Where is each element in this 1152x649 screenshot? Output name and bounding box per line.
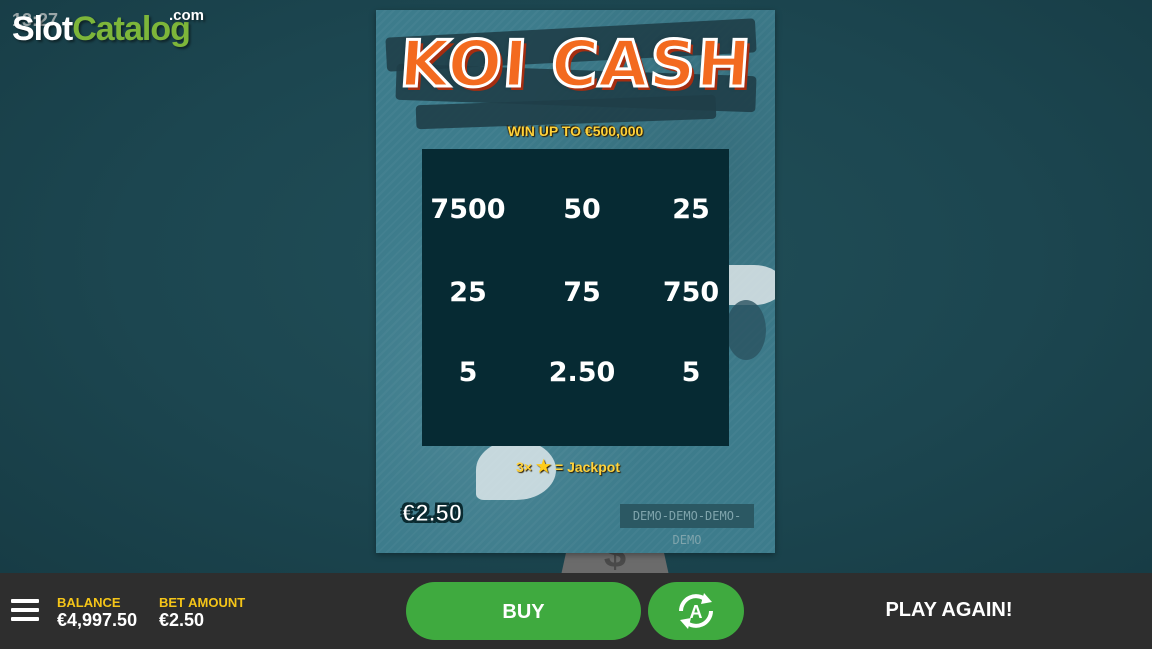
autoplay-icon: A xyxy=(679,593,713,629)
bet-amount-value: €2.50 xyxy=(159,610,205,630)
prize-cell: 50 xyxy=(563,194,601,225)
jackpot-rule: 3× ★ = Jackpot xyxy=(516,457,620,477)
game-title: KOI CASH xyxy=(396,27,756,104)
prize-cell: 750 xyxy=(662,277,720,308)
hamburger-menu-icon[interactable] xyxy=(11,599,39,623)
svg-text:A: A xyxy=(690,602,703,622)
prize-cell: 5 xyxy=(458,357,478,388)
jackpot-prefix: 3× xyxy=(516,459,532,475)
prize-cell: 75 xyxy=(563,277,601,308)
star-icon: ★ xyxy=(535,457,552,476)
slotcatalog-logo: SlotCatalog .com xyxy=(12,7,204,49)
scratch-area[interactable]: 7500 50 25 25 75 750 5 2.50 5 xyxy=(422,149,729,446)
prize-cell: 25 xyxy=(449,277,487,308)
prize-cell: 25 xyxy=(672,194,710,225)
buy-button[interactable]: BUY xyxy=(406,582,641,640)
ticket-price: €2.50 xyxy=(401,500,463,528)
demo-watermark: DEMO-DEMO-DEMO-DEMO xyxy=(620,504,754,547)
scratch-ticket[interactable]: KOI CASH WIN UP TO €500,000 7500 50 25 2… xyxy=(376,10,775,553)
balance-label: BALANCE xyxy=(57,595,121,610)
logo-slot-text: Slot xyxy=(12,10,73,48)
prize-cell: 7500 xyxy=(430,194,506,225)
prize-cell: 2.50 xyxy=(548,357,616,388)
autoplay-button[interactable]: A xyxy=(648,582,744,640)
jackpot-suffix: = Jackpot xyxy=(555,459,620,475)
bet-amount-label: BET AMOUNT xyxy=(159,595,246,610)
logo-com-text: .com xyxy=(169,7,205,24)
play-again-button[interactable]: PLAY AGAIN! xyxy=(860,599,1038,622)
balance-value: €4,997.50 xyxy=(57,610,138,630)
prize-cell: 5 xyxy=(681,357,701,388)
koi-fish-decoration xyxy=(726,300,766,360)
max-win-subtitle: WIN UP TO €500,000 xyxy=(507,123,644,139)
